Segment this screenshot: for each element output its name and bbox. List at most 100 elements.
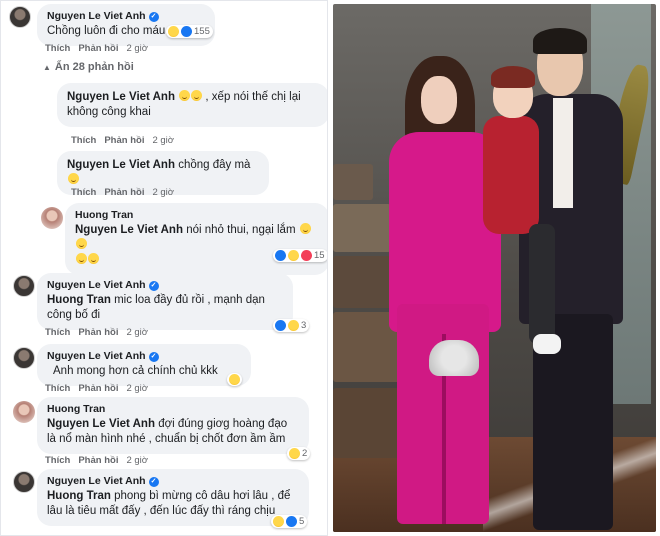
boy-white-shoe xyxy=(533,334,561,354)
author-name[interactable]: Huong Tran xyxy=(75,209,133,222)
mention-tag[interactable]: Huong Tran xyxy=(47,294,111,306)
laugh-emoji-icon xyxy=(76,253,87,264)
laugh-emoji-icon xyxy=(179,90,191,101)
haha-reaction-icon xyxy=(229,374,240,385)
boy-legs xyxy=(529,224,555,344)
reaction-summary[interactable]: 5 xyxy=(271,515,308,528)
haha-reaction-icon xyxy=(273,516,284,527)
family-photo xyxy=(333,4,656,532)
reply-author[interactable]: Nguyen Le Viet Anh ✓ xyxy=(47,475,299,488)
like-reaction-icon xyxy=(275,320,286,331)
comment-author[interactable]: Nguyen Le Viet Anh ✓ xyxy=(47,10,205,23)
reaction-summary[interactable] xyxy=(227,373,242,386)
reply-actions: Thích Phản hồi 2 giờ xyxy=(45,455,148,466)
boy-red-sweater xyxy=(483,116,539,234)
hide-replies-link[interactable]: ▲ Ẩn 28 phản hồi xyxy=(43,61,134,73)
reaction-summary[interactable]: 2 xyxy=(287,447,311,460)
reply-text: Nguyen Le Viet Anh đợi đúng giơg hoàng đ… xyxy=(47,417,299,447)
comment-thread-panel: Nguyen Le Viet Anh ✓ Chồng luôn đi cho má… xyxy=(0,0,328,536)
avatar[interactable] xyxy=(13,401,35,423)
laugh-emoji-icon xyxy=(88,253,99,264)
reply-button[interactable]: Phản hồi xyxy=(78,43,118,54)
author-name[interactable]: Nguyen Le Viet Anh xyxy=(67,91,175,103)
avatar[interactable] xyxy=(9,6,31,28)
verified-badge-icon: ✓ xyxy=(148,11,159,22)
laugh-emoji-icon xyxy=(76,238,87,249)
reply-author[interactable]: Nguyen Le Viet Anh ✓ xyxy=(47,350,241,363)
reply-button[interactable]: Phản hồi xyxy=(104,187,144,198)
avatar[interactable] xyxy=(41,207,63,229)
reply-text: Huong Tran phong bì mừng cô dâu hơi lâu … xyxy=(47,489,299,519)
mention-tag[interactable]: Nguyen Le Viet Anh xyxy=(47,418,155,430)
reply-text-content: nói nhỏ thui, ngại lắm xyxy=(186,224,296,236)
author-name[interactable]: Nguyen Le Viet Anh xyxy=(47,475,146,488)
reply-text-content: chồng đây mà xyxy=(178,159,251,171)
reaction-summary[interactable]: 155 xyxy=(166,25,213,38)
reply-bubble: Huong Tran Nguyen Le Viet Anh nói nhỏ th… xyxy=(65,203,327,275)
timestamp[interactable]: 2 giờ xyxy=(126,43,148,54)
reply-author[interactable]: Huong Tran xyxy=(47,403,299,416)
reply-button[interactable]: Phản hồi xyxy=(78,327,118,338)
reply-author[interactable]: Nguyen Le Viet Anh ✓ xyxy=(47,279,283,292)
reply-button[interactable]: Phản hồi xyxy=(104,135,144,146)
reply-text: Nguyen Le Viet Anh chồng đây mà xyxy=(67,158,259,188)
reply-text: Nguyen Le Viet Anh , xếp nói thế chị lại… xyxy=(67,90,319,120)
reply-author[interactable]: Huong Tran xyxy=(75,209,319,222)
reply-text: Anh mong hơn cả chính chủ kkk xyxy=(47,364,241,379)
verified-badge-icon: ✓ xyxy=(148,351,159,362)
verified-badge-icon: ✓ xyxy=(148,476,159,487)
reply-bubble: Nguyen Le Viet Anh ✓ Huong Tran mic loa đ… xyxy=(37,273,293,330)
reaction-count: 2 xyxy=(302,448,308,459)
timestamp[interactable]: 2 giờ xyxy=(152,187,174,198)
reply-button[interactable]: Phản hồi xyxy=(78,383,118,394)
reaction-count: 3 xyxy=(301,320,307,331)
like-button[interactable]: Thích xyxy=(45,455,70,466)
laugh-emoji-icon xyxy=(299,223,311,234)
haha-reaction-icon xyxy=(288,320,299,331)
suitcase xyxy=(333,256,397,308)
author-name[interactable]: Nguyen Le Viet Anh xyxy=(47,10,146,23)
author-name[interactable]: Nguyen Le Viet Anh xyxy=(47,350,146,363)
verified-badge-icon: ✓ xyxy=(148,280,159,291)
avatar[interactable] xyxy=(13,275,35,297)
haha-reaction-icon xyxy=(289,448,300,459)
reaction-count: 5 xyxy=(299,516,305,527)
author-name[interactable]: Nguyen Le Viet Anh xyxy=(67,159,175,171)
like-button[interactable]: Thích xyxy=(71,187,96,198)
suitcase xyxy=(333,388,405,458)
avatar[interactable] xyxy=(13,471,35,493)
reply-text: Huong Tran mic loa đầy đủ rồi , mạnh dạn… xyxy=(47,293,283,323)
timestamp[interactable]: 2 giờ xyxy=(126,383,148,394)
reply-bubble: Nguyen Le Viet Anh , xếp nói thế chị lại… xyxy=(57,83,327,127)
suitcase xyxy=(333,164,373,200)
love-reaction-icon xyxy=(301,250,312,261)
author-name[interactable]: Huong Tran xyxy=(47,403,105,416)
reply-actions: Thích Phản hồi 2 giờ xyxy=(71,187,174,198)
like-button[interactable]: Thích xyxy=(45,383,70,394)
mention-tag[interactable]: Nguyen Le Viet Anh xyxy=(75,224,183,236)
boy-hair xyxy=(491,66,535,88)
reply-actions: Thích Phản hồi 2 giờ xyxy=(45,383,148,394)
reply-button[interactable]: Phản hồi xyxy=(78,455,118,466)
reply-bubble: Nguyen Le Viet Anh ✓ Huong Tran phong bì … xyxy=(37,469,309,526)
man-hair xyxy=(533,28,587,54)
like-reaction-icon xyxy=(181,26,192,37)
reaction-summary[interactable]: 3 xyxy=(273,319,310,332)
photo-scene xyxy=(333,4,656,532)
suitcase xyxy=(333,204,391,252)
reaction-count: 15 xyxy=(314,250,325,261)
reply-actions: Thích Phản hồi 2 giờ xyxy=(71,135,174,146)
like-button[interactable]: Thích xyxy=(45,327,70,338)
reaction-summary[interactable]: 15 xyxy=(273,249,327,262)
like-button[interactable]: Thích xyxy=(71,135,96,146)
avatar[interactable] xyxy=(13,347,35,369)
like-button[interactable]: Thích xyxy=(45,43,70,54)
timestamp[interactable]: 2 giờ xyxy=(152,135,174,146)
author-name[interactable]: Nguyen Le Viet Anh xyxy=(47,279,146,292)
smile-emoji-icon xyxy=(68,173,79,184)
timestamp[interactable]: 2 giờ xyxy=(126,327,148,338)
like-reaction-icon xyxy=(275,250,286,261)
reply-bubble: Huong Tran Nguyen Le Viet Anh đợi đúng g… xyxy=(37,397,309,454)
mention-tag[interactable]: Huong Tran xyxy=(47,490,111,502)
timestamp[interactable]: 2 giờ xyxy=(126,455,148,466)
